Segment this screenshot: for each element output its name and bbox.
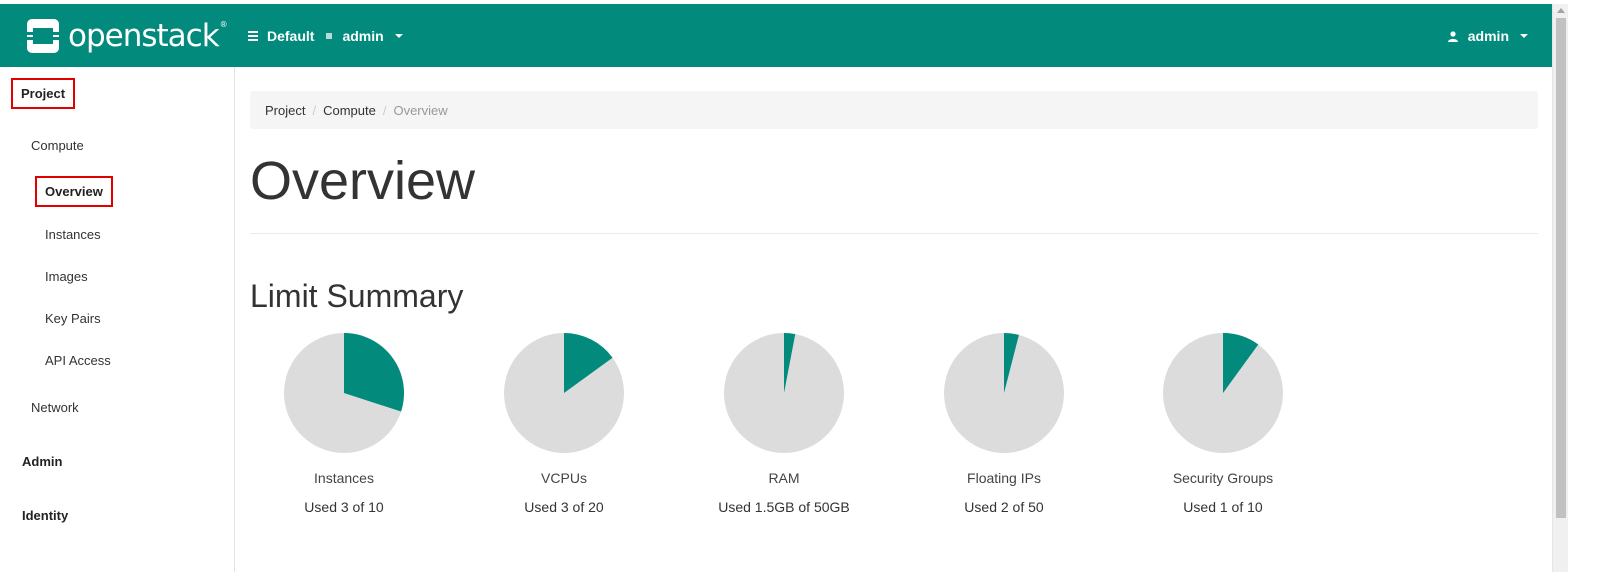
pie-label: RAM <box>768 470 800 486</box>
vertical-scrollbar[interactable] <box>1552 4 1569 572</box>
separator-square-icon <box>326 33 333 39</box>
breadcrumb-separator: / <box>312 102 317 118</box>
pie-chart-security-groups: Security Groups Used 1 of 10 <box>1123 332 1323 515</box>
scrollbar-thumb[interactable] <box>1556 18 1566 518</box>
user-icon <box>1447 30 1458 42</box>
sidebar: Project Compute Overview Instances Image… <box>0 67 235 572</box>
sidebar-section-admin[interactable]: Admin <box>22 454 62 469</box>
pie-svg <box>284 333 404 453</box>
sidebar-section-identity[interactable]: Identity <box>22 508 68 523</box>
chevron-down-icon <box>1520 34 1528 38</box>
pie-chart-instances: Instances Used 3 of 10 <box>244 332 444 515</box>
pie-svg <box>504 333 624 453</box>
pie-label: Security Groups <box>1172 470 1274 486</box>
pie-usage-text: Used 1 of 10 <box>1183 499 1263 515</box>
sidebar-item-instances[interactable]: Instances <box>45 227 101 242</box>
breadcrumb-separator: / <box>382 102 387 118</box>
pie-svg <box>1163 333 1283 453</box>
divider <box>250 233 1538 234</box>
sidebar-item-api-access[interactable]: API Access <box>45 353 111 368</box>
user-label: admin <box>1467 28 1509 44</box>
list-icon <box>248 31 258 41</box>
scroll-up-icon[interactable] <box>1557 8 1565 13</box>
breadcrumb: Project / Compute / Overview <box>250 91 1538 129</box>
pie-svg <box>944 333 1064 453</box>
sidebar-item-images[interactable]: Images <box>45 269 88 284</box>
pie-chart-ram: RAM Used 1.5GB of 50GB <box>684 332 884 515</box>
sidebar-item-network[interactable]: Network <box>31 400 79 415</box>
pie-label: VCPUs <box>541 470 587 486</box>
sidebar-item-key-pairs[interactable]: Key Pairs <box>45 311 101 326</box>
breadcrumb-project[interactable]: Project <box>265 103 305 118</box>
sidebar-item-overview[interactable]: Overview <box>35 176 113 207</box>
domain-label: Default <box>267 28 315 44</box>
project-label: admin <box>342 28 384 44</box>
user-menu-dropdown[interactable]: admin <box>1447 28 1528 44</box>
openstack-logo[interactable]: openstack® <box>26 16 228 56</box>
project-context-dropdown[interactable]: Default admin <box>248 28 403 44</box>
limit-summary-title: Limit Summary <box>250 278 464 314</box>
breadcrumb-overview: Overview <box>393 102 448 118</box>
pie-usage-text: Used 1.5GB of 50GB <box>718 499 850 515</box>
right-margin <box>1568 0 1599 572</box>
pie-svg <box>724 333 844 453</box>
logo-text: openstack® <box>68 17 228 54</box>
pie-label: Instances <box>314 470 374 486</box>
pie-usage-text: Used 2 of 50 <box>964 499 1044 515</box>
breadcrumb-compute[interactable]: Compute <box>323 103 376 118</box>
page-title: Overview <box>250 151 476 211</box>
pie-chart-vcpus: VCPUs Used 3 of 20 <box>464 332 664 515</box>
pie-chart-floating-ips: Floating IPs Used 2 of 50 <box>904 332 1104 515</box>
pie-usage-text: Used 3 of 10 <box>304 499 384 515</box>
pie-label: Floating IPs <box>967 470 1041 486</box>
sidebar-item-compute[interactable]: Compute <box>31 138 84 153</box>
sidebar-section-project[interactable]: Project <box>10 78 76 109</box>
pie-usage-text: Used 3 of 20 <box>524 499 604 515</box>
top-navbar: openstack® Default admin admin <box>0 4 1552 67</box>
chevron-down-icon <box>394 34 403 38</box>
openstack-logo-icon <box>27 19 59 53</box>
